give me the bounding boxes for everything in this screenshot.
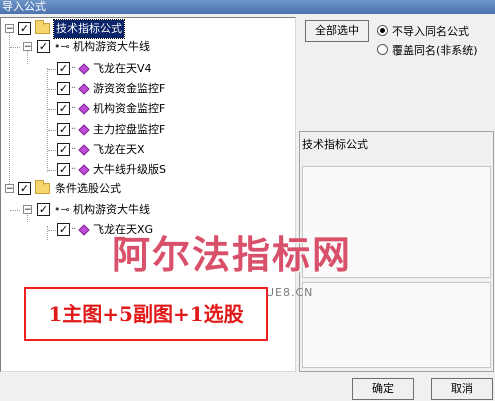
checkbox[interactable]: ✓ xyxy=(57,82,70,95)
checkbox[interactable]: ✓ xyxy=(37,203,50,216)
category-label: 技术指标公式 xyxy=(302,138,368,151)
radio-skip-duplicates[interactable] xyxy=(377,25,388,36)
dots-icon: ·· xyxy=(71,144,76,155)
gem-icon xyxy=(78,124,90,136)
tree-leaf[interactable]: ✓ ·· 飞龙在天X xyxy=(1,141,291,159)
tree-leaf[interactable]: ✓ ·· 飞龙在天V4 xyxy=(1,60,291,78)
tree-node-label[interactable]: 机构资金监控F xyxy=(93,100,165,118)
tree-node-group2-sub[interactable]: − ✓ •⊸ 机构游资大牛线 xyxy=(1,201,291,219)
promo-banner: 1主图+5副图+1选股 xyxy=(24,287,268,341)
watermark-text: 阿尔法指标网 xyxy=(112,233,353,277)
tree-connector xyxy=(48,130,56,131)
gem-icon xyxy=(78,103,90,115)
tree-connector xyxy=(48,89,56,90)
gem-icon xyxy=(78,63,90,75)
dots-icon: ·· xyxy=(71,164,76,175)
gem-icon xyxy=(78,164,90,176)
dots-icon: ·· xyxy=(71,103,76,114)
tree-node-label[interactable]: 技术指标公式 xyxy=(53,19,125,39)
select-all-button[interactable]: 全部选中 xyxy=(305,20,369,42)
checkbox[interactable]: ✓ xyxy=(57,62,70,75)
tree-node-label[interactable]: 主力控盘监控F xyxy=(93,121,165,139)
folder-icon xyxy=(35,180,50,194)
tree-leaf[interactable]: ✓ ·· 大牛线升级版S xyxy=(1,161,291,179)
ok-button[interactable]: 确定 xyxy=(352,378,414,400)
tree-node-label[interactable]: 机构游资大牛线 xyxy=(73,38,150,56)
tree-node-label[interactable]: 机构游资大牛线 xyxy=(73,201,150,219)
preview-box xyxy=(302,282,491,368)
tree-connector xyxy=(48,170,56,171)
tree-node-label[interactable]: 游资资金监控F xyxy=(93,80,165,98)
tree-leaf[interactable]: ✓ ·· 主力控盘监控F xyxy=(1,121,291,139)
checkbox[interactable]: ✓ xyxy=(57,102,70,115)
dots-icon: ·· xyxy=(71,63,76,74)
collapse-toggle[interactable]: − xyxy=(5,24,14,34)
window-title: 导入公式 xyxy=(0,0,495,14)
tree-node-label[interactable]: 飞龙在天X xyxy=(93,141,145,159)
tree-node-group1[interactable]: − ✓ 技术指标公式 xyxy=(1,19,291,39)
tree-connector xyxy=(48,109,56,110)
checkbox[interactable]: ✓ xyxy=(57,123,70,136)
collapse-toggle[interactable]: − xyxy=(5,184,14,194)
tree-connector xyxy=(48,230,56,231)
key-icon: •⊸ xyxy=(54,203,70,216)
gem-icon xyxy=(78,144,90,156)
checkbox[interactable]: ✓ xyxy=(37,40,50,53)
tree-connector xyxy=(48,69,56,70)
checkbox[interactable]: ✓ xyxy=(18,182,31,195)
cancel-button[interactable]: 取消 xyxy=(431,378,493,400)
tree-node-group2[interactable]: − ✓ 条件选股公式 xyxy=(1,180,291,198)
tree-connector xyxy=(48,150,56,151)
checkbox[interactable]: ✓ xyxy=(57,163,70,176)
checkbox[interactable]: ✓ xyxy=(18,22,31,35)
checkbox[interactable]: ✓ xyxy=(57,143,70,156)
tree-node-group1-sub[interactable]: − ✓ •⊸ 机构游资大牛线 xyxy=(1,38,291,56)
dots-icon: ·· xyxy=(71,124,76,135)
dots-icon: ·· xyxy=(71,83,76,94)
tree-node-label[interactable]: 飞龙在天V4 xyxy=(93,60,152,78)
dots-icon: ·· xyxy=(71,224,76,235)
collapse-toggle[interactable]: − xyxy=(23,205,32,215)
checkbox[interactable]: ✓ xyxy=(57,223,70,236)
radio-overwrite-label[interactable]: 覆盖同名(非系统) xyxy=(392,42,478,58)
tree-leaf[interactable]: ✓ ·· 游资资金监控F xyxy=(1,80,291,98)
folder-icon xyxy=(35,20,50,34)
radio-overwrite[interactable] xyxy=(377,44,388,55)
radio-skip-duplicates-label[interactable]: 不导入同名公式 xyxy=(392,23,469,39)
tree-node-label[interactable]: 大牛线升级版S xyxy=(93,161,166,179)
tree-connector xyxy=(10,47,20,48)
key-icon: •⊸ xyxy=(54,40,70,53)
tree-leaf[interactable]: ✓ ·· 机构资金监控F xyxy=(1,100,291,118)
tree-connector xyxy=(10,210,20,211)
collapse-toggle[interactable]: − xyxy=(23,42,32,52)
gem-icon xyxy=(78,83,90,95)
gem-icon xyxy=(78,224,90,236)
tree-node-label[interactable]: 条件选股公式 xyxy=(55,180,121,198)
